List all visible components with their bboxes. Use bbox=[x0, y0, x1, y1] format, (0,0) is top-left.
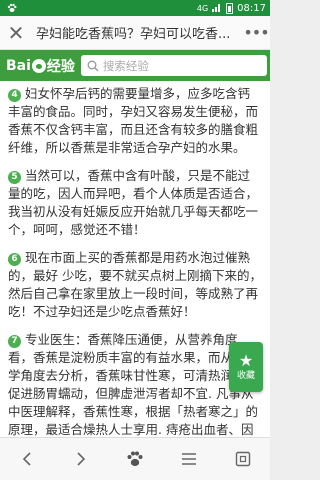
favorite-label: 收藏 bbox=[236, 371, 255, 381]
list-item: 4 妇女怀孕后钙的需要量增多，应多吃含钙丰富的食品。同时，孕妇又容易发生便秘，而香… bbox=[8, 85, 262, 157]
search-input[interactable] bbox=[102, 58, 253, 73]
step-number-badge: 5 bbox=[8, 171, 21, 184]
list-item-text: 专业医生：香蕉降压通便，从营养角度看，香蕉是淀粉质丰富的有益水果，而从中医学角度… bbox=[8, 332, 259, 437]
menu-icon[interactable] bbox=[169, 439, 209, 479]
logo-text-left: Bai bbox=[6, 57, 31, 74]
baidu-paw-icon[interactable] bbox=[115, 439, 155, 479]
battery-icon bbox=[226, 2, 234, 14]
forward-arrow-icon[interactable] bbox=[61, 439, 101, 479]
site-header: Bai 经验 bbox=[0, 50, 270, 81]
page-title: 孕妇能吃香蕉吗？孕妇可以吃香... bbox=[36, 27, 231, 42]
search-icon bbox=[87, 60, 99, 71]
baidu-paw-icon bbox=[31, 58, 46, 73]
favorite-button[interactable]: ★ 收藏 bbox=[229, 342, 263, 392]
step-number-badge: 4 bbox=[8, 89, 21, 102]
list-item-text: 当然可以，香蕉中含有叶酸，只是不能过量的吃，因人而异吧，看个人体质是否适合，我当… bbox=[8, 168, 259, 237]
list-item: 7 专业医生：香蕉降压通便，从营养角度看，香蕉是淀粉质丰富的有益水果，而从中医学角… bbox=[8, 331, 262, 437]
bottom-navigation bbox=[0, 437, 270, 480]
more-options-icon[interactable]: ••• bbox=[242, 16, 270, 50]
baidu-jingyan-logo[interactable]: Bai 经验 bbox=[6, 56, 75, 76]
back-arrow-icon[interactable] bbox=[7, 439, 47, 479]
network-type: 4G bbox=[196, 3, 209, 13]
list-item-text: 妇女怀孕后钙的需要量增多，应多吃含钙丰富的食品。同时，孕妇又容易发生便秘，而香蕉… bbox=[8, 86, 259, 155]
search-box[interactable] bbox=[80, 55, 267, 76]
clock: 08:17 bbox=[237, 2, 266, 14]
status-bar: 4G 08:17 bbox=[0, 0, 270, 16]
step-number-badge: 7 bbox=[8, 335, 21, 348]
baidu-paw-notification-icon bbox=[0, 3, 24, 13]
list-item: 6 现在市面上买的香蕉都是用药水泡过催熟的，最好 少吃，要不就买点树上刚摘下来的，… bbox=[8, 249, 262, 321]
star-icon: ★ bbox=[238, 351, 254, 370]
logo-text-right: 经验 bbox=[46, 58, 75, 75]
multi-window-icon[interactable] bbox=[223, 439, 263, 479]
signal-icon bbox=[212, 4, 222, 12]
close-icon[interactable]: ✕ bbox=[0, 16, 32, 50]
step-number-badge: 6 bbox=[8, 253, 21, 266]
list-item-text: 现在市面上买的香蕉都是用药水泡过催熟的，最好 少吃，要不就买点树上刚摘下来的，然… bbox=[8, 250, 262, 319]
title-bar: ✕ 孕妇能吃香蕉吗？孕妇可以吃香... ••• bbox=[0, 16, 270, 50]
list-item: 5 当然可以，香蕉中含有叶酸，只是不能过量的吃，因人而异吧，看个人体质是否适合，我… bbox=[8, 167, 262, 239]
